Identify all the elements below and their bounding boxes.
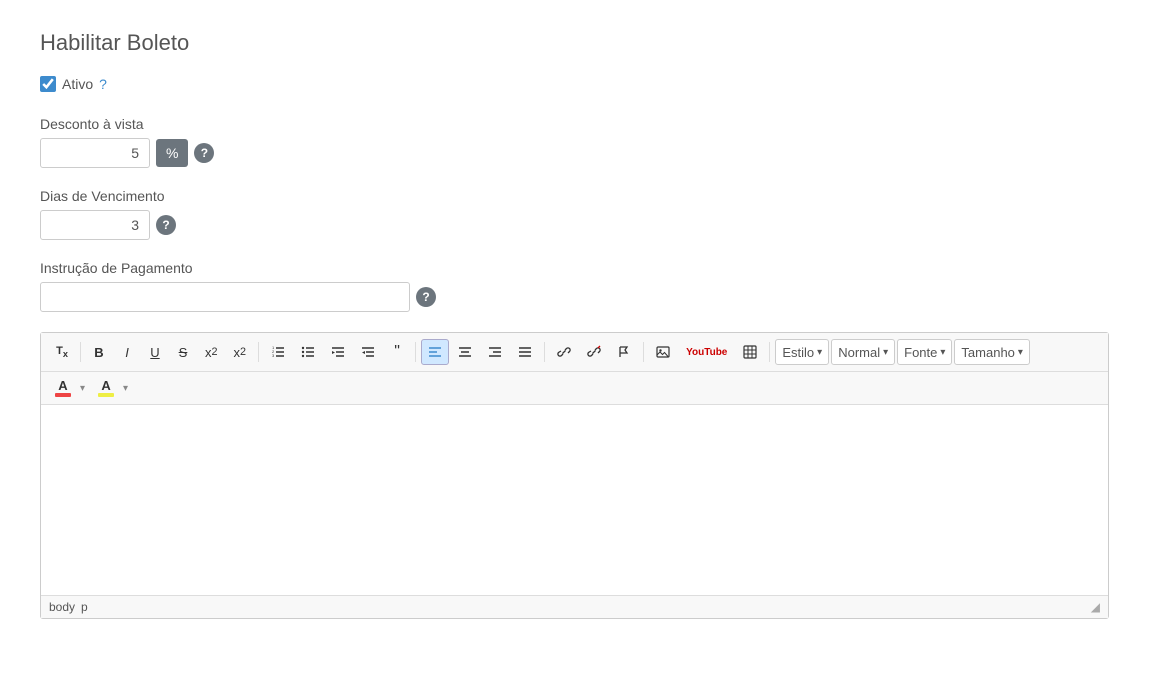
blockquote-button[interactable]: " xyxy=(384,339,410,365)
vencimento-field-group: Dias de Vencimento ? xyxy=(40,188,1109,240)
image-button[interactable] xyxy=(649,339,677,365)
align-left-button[interactable] xyxy=(421,339,449,365)
video-button[interactable]: YouTube xyxy=(679,339,734,365)
ativo-row: Ativo? xyxy=(40,76,1109,92)
font-color-button[interactable]: A xyxy=(49,376,77,400)
toolbar-separator-3 xyxy=(415,342,416,362)
toolbar-separator-6 xyxy=(769,342,770,362)
table-button[interactable] xyxy=(736,339,764,365)
font-color-bar xyxy=(55,393,71,397)
toolbar-row-1: Tx B I U S x2 x2 123 xyxy=(41,333,1108,372)
normal-arrow-icon: ▾ xyxy=(883,347,888,358)
editor-container: Tx B I U S x2 x2 123 xyxy=(40,332,1109,619)
instrucao-label: Instrução de Pagamento xyxy=(40,260,1109,276)
unordered-list-button[interactable] xyxy=(294,339,322,365)
align-justify-button[interactable] xyxy=(511,339,539,365)
vencimento-help-icon[interactable]: ? xyxy=(156,215,176,235)
toolbar-separator-4 xyxy=(544,342,545,362)
link-button[interactable] xyxy=(550,339,578,365)
bold-button[interactable]: B xyxy=(86,339,112,365)
unlink-button[interactable] xyxy=(580,339,608,365)
vencimento-label: Dias de Vencimento xyxy=(40,188,1109,204)
subscript-button[interactable]: x2 xyxy=(198,339,225,365)
footer-body-label: body xyxy=(49,600,75,614)
ativo-label: Ativo xyxy=(62,76,93,92)
desconto-input-row: % ? xyxy=(40,138,1109,168)
instrucao-input[interactable] xyxy=(40,282,410,312)
desconto-field-group: Desconto à vista % ? xyxy=(40,116,1109,168)
footer-p-label: p xyxy=(81,600,88,614)
clear-format-button[interactable]: Tx xyxy=(49,339,75,365)
strikethrough-button[interactable]: S xyxy=(170,339,196,365)
page-container: Habilitar Boleto Ativo? Desconto à vista… xyxy=(0,0,1149,689)
tamanho-arrow-icon: ▾ xyxy=(1018,347,1023,358)
desconto-help-icon[interactable]: ? xyxy=(194,143,214,163)
toolbar-separator-2 xyxy=(258,342,259,362)
toolbar-separator-5 xyxy=(643,342,644,362)
vencimento-input[interactable] xyxy=(40,210,150,240)
toolbar-separator-1 xyxy=(80,342,81,362)
estilo-arrow-icon: ▾ xyxy=(817,347,822,358)
ativo-checkbox[interactable] xyxy=(40,76,56,92)
estilo-label: Estilo xyxy=(782,345,814,360)
bg-color-button[interactable]: A xyxy=(92,376,120,400)
fonte-arrow-icon: ▾ xyxy=(940,347,945,358)
fonte-label: Fonte xyxy=(904,345,937,360)
resize-handle-icon[interactable]: ◢ xyxy=(1091,600,1100,614)
desconto-label: Desconto à vista xyxy=(40,116,1109,132)
svg-text:3: 3 xyxy=(272,353,275,358)
tamanho-dropdown[interactable]: Tamanho ▾ xyxy=(954,339,1030,365)
toolbar-row-2: A ▾ A ▾ xyxy=(41,372,1108,405)
tamanho-label: Tamanho xyxy=(961,345,1014,360)
indent-less-button[interactable] xyxy=(354,339,382,365)
align-right-button[interactable] xyxy=(481,339,509,365)
flag-button[interactable] xyxy=(610,339,638,365)
estilo-dropdown[interactable]: Estilo ▾ xyxy=(775,339,829,365)
bg-color-dropdown-arrow[interactable]: ▾ xyxy=(123,383,128,394)
page-title: Habilitar Boleto xyxy=(40,30,1109,56)
normal-label: Normal xyxy=(838,345,880,360)
ativo-help-link[interactable]: ? xyxy=(99,76,107,92)
instrucao-field-group: Instrução de Pagamento ? xyxy=(40,260,1109,312)
indent-more-button[interactable] xyxy=(324,339,352,365)
normal-dropdown[interactable]: Normal ▾ xyxy=(831,339,895,365)
font-color-dropdown-arrow[interactable]: ▾ xyxy=(80,383,85,394)
superscript-button[interactable]: x2 xyxy=(227,339,254,365)
bg-color-bar xyxy=(98,393,114,397)
editor-footer-text: body p xyxy=(49,600,88,614)
underline-button[interactable]: U xyxy=(142,339,168,365)
editor-body[interactable] xyxy=(41,405,1108,595)
vencimento-input-row: ? xyxy=(40,210,1109,240)
ordered-list-button[interactable]: 123 xyxy=(264,339,292,365)
editor-footer: body p ◢ xyxy=(41,595,1108,618)
instrucao-help-icon[interactable]: ? xyxy=(416,287,436,307)
fonte-dropdown[interactable]: Fonte ▾ xyxy=(897,339,952,365)
percent-badge: % xyxy=(156,139,188,167)
align-center-button[interactable] xyxy=(451,339,479,365)
italic-button[interactable]: I xyxy=(114,339,140,365)
instrucao-input-row: ? xyxy=(40,282,1109,312)
desconto-input[interactable] xyxy=(40,138,150,168)
